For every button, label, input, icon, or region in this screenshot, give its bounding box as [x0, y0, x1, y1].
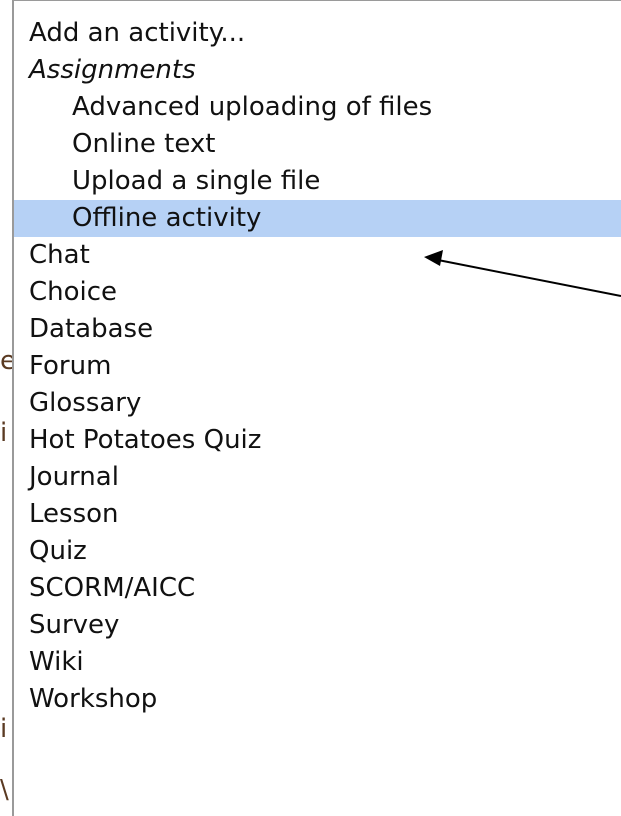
- background-text-fragment: e: [0, 346, 12, 376]
- background-text-fragment: i: [0, 714, 8, 744]
- menu-item-workshop[interactable]: Workshop: [14, 681, 621, 718]
- menu-item-scorm-aicc[interactable]: SCORM/AICC: [14, 570, 621, 607]
- activity-dropdown-list[interactable]: Add an activity... Assignments Advanced …: [12, 0, 621, 816]
- menu-item-survey[interactable]: Survey: [14, 607, 621, 644]
- menu-item-database[interactable]: Database: [14, 311, 621, 348]
- menu-item-glossary[interactable]: Glossary: [14, 385, 621, 422]
- background-text-fragment: \: [0, 775, 9, 805]
- menu-item-advanced-uploading-of-files[interactable]: Advanced uploading of files: [14, 89, 621, 126]
- menu-group-assignments: Assignments: [29, 55, 196, 85]
- menu-item-lesson[interactable]: Lesson: [14, 496, 621, 533]
- menu-item-hot-potatoes-quiz[interactable]: Hot Potatoes Quiz: [14, 422, 621, 459]
- activity-menu: Add an activity... Assignments Advanced …: [14, 1, 621, 718]
- menu-item-online-text[interactable]: Online text: [14, 126, 621, 163]
- background-text-fragment: i: [0, 418, 8, 448]
- menu-item-journal[interactable]: Journal: [14, 459, 621, 496]
- menu-item-forum[interactable]: Forum: [14, 348, 621, 385]
- menu-item-chat[interactable]: Chat: [14, 237, 621, 274]
- menu-item-choice[interactable]: Choice: [14, 274, 621, 311]
- menu-item-offline-activity[interactable]: Offline activity: [14, 200, 621, 237]
- menu-item-upload-a-single-file[interactable]: Upload a single file: [14, 163, 621, 200]
- menu-item-wiki[interactable]: Wiki: [14, 644, 621, 681]
- menu-item-quiz[interactable]: Quiz: [14, 533, 621, 570]
- menu-item-add-an-activity[interactable]: Add an activity...: [14, 15, 621, 52]
